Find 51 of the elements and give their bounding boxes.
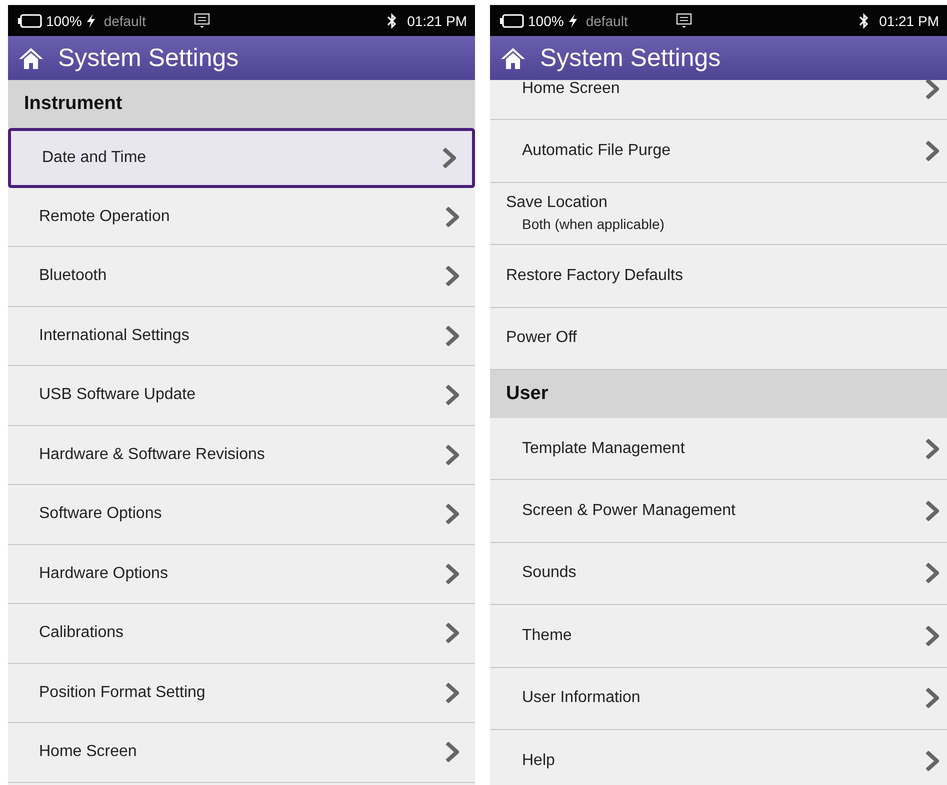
battery-percent: 100% — [46, 12, 82, 28]
chevron-right-icon — [925, 750, 939, 771]
chevron-right-icon — [445, 326, 459, 346]
settings-menu-item[interactable]: User Information — [490, 668, 947, 730]
settings-menu-item[interactable]: Position Format Setting — [8, 664, 475, 723]
chevron-right-icon — [445, 504, 459, 524]
keyboard-icon — [676, 12, 692, 28]
bluetooth-icon — [859, 12, 870, 28]
battery-percent: 100% — [528, 12, 564, 28]
screen-title: System Settings — [58, 44, 239, 72]
settings-menu-item[interactable]: Home Screen — [490, 80, 947, 120]
section-header: Instrument — [8, 80, 475, 128]
setting-value: Both (when applicable) — [521, 216, 666, 232]
chevron-right-icon — [925, 563, 939, 584]
status-time: 01:21 PM — [407, 12, 467, 28]
battery-icon — [18, 14, 42, 28]
profile-name: default — [586, 12, 628, 28]
home-icon[interactable] — [500, 46, 526, 70]
settings-menu-item[interactable]: Sounds — [490, 542, 947, 606]
chevron-right-icon — [445, 564, 459, 584]
charging-bolt-icon — [568, 14, 578, 28]
chevron-right-icon — [445, 266, 459, 286]
section-header: User — [490, 370, 947, 418]
settings-menu-item[interactable]: Date and Time — [8, 128, 475, 188]
chevron-right-icon — [445, 206, 459, 227]
chevron-right-icon — [925, 626, 939, 646]
profile-name: default — [104, 12, 146, 28]
settings-menu-item[interactable]: International Settings — [8, 306, 475, 366]
settings-menu-item[interactable]: Remote Operation — [8, 188, 475, 247]
chevron-right-icon — [925, 141, 939, 162]
setting-label: Save Location — [506, 194, 608, 212]
chevron-right-icon — [442, 148, 456, 168]
chevron-right-icon — [925, 688, 939, 708]
chevron-right-icon — [445, 385, 459, 406]
bluetooth-icon — [387, 12, 398, 28]
screen-title: System Settings — [540, 44, 721, 72]
chevron-right-icon — [445, 742, 459, 762]
settings-action-item[interactable]: Power Off — [490, 308, 947, 370]
home-icon[interactable] — [18, 46, 44, 70]
chevron-right-icon — [445, 623, 459, 644]
keyboard-icon — [194, 12, 210, 28]
chevron-right-icon — [445, 682, 459, 703]
chevron-right-icon — [925, 438, 939, 459]
settings-menu-item[interactable]: Hardware Options — [8, 544, 475, 604]
settings-menu-item[interactable]: Hardware & Software Revisions — [8, 426, 475, 485]
battery-icon — [500, 14, 524, 28]
status-time: 01:21 PM — [879, 12, 939, 28]
charging-bolt-icon — [86, 14, 96, 28]
chevron-right-icon — [925, 80, 939, 99]
chevron-right-icon — [925, 501, 939, 522]
chevron-right-icon — [445, 444, 459, 465]
